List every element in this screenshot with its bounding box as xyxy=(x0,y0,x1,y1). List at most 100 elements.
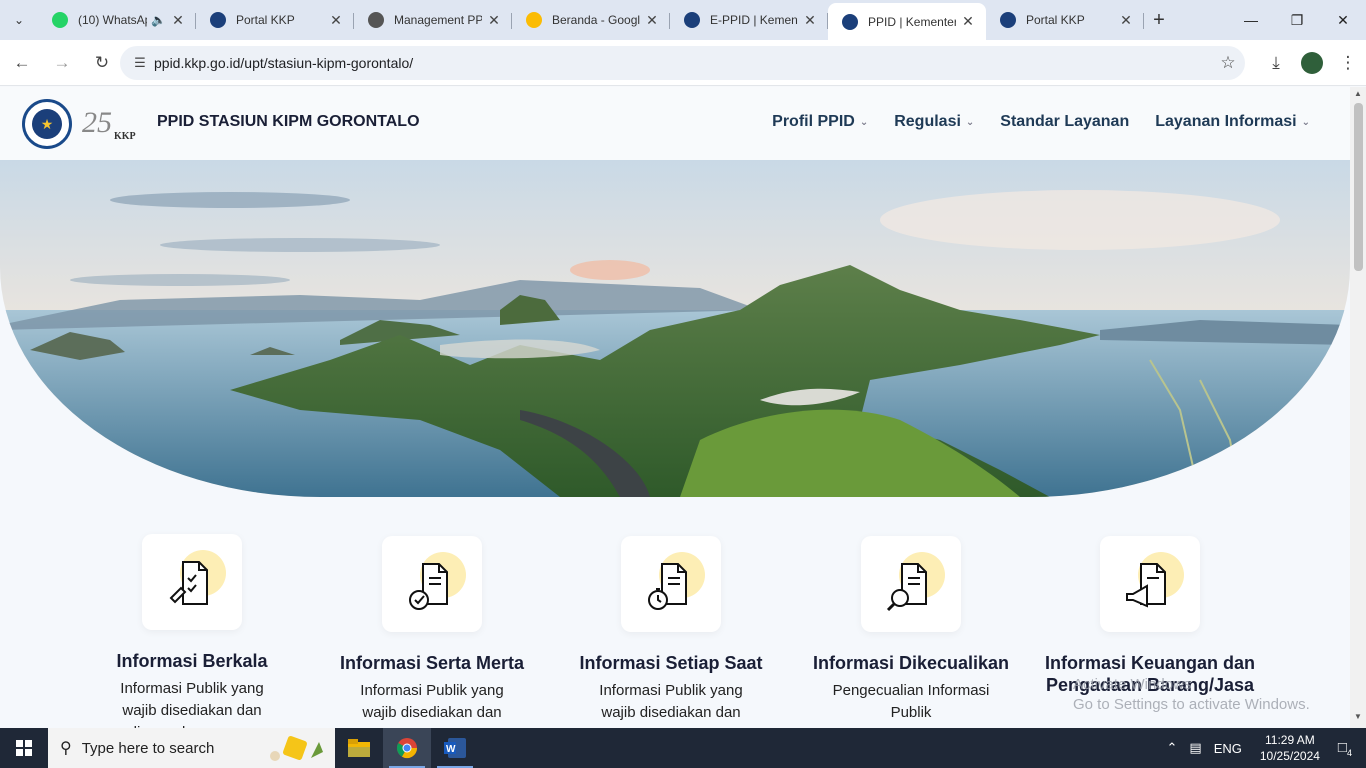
watermark-line2: Go to Settings to activate Windows. xyxy=(1073,696,1310,713)
browser-tab-strip: ⌄ (10) WhatsApp🔈✕Portal KKP✕Management P… xyxy=(0,0,1366,40)
tab-close-icon[interactable]: ✕ xyxy=(328,12,344,29)
favicon-icon xyxy=(526,12,542,28)
restore-button[interactable]: ❐ xyxy=(1274,0,1320,40)
download-button[interactable]: ⤓ xyxy=(1258,45,1294,81)
info-card-icon-box[interactable] xyxy=(1100,536,1200,632)
megaphone-document-icon xyxy=(1126,563,1166,608)
info-card-icon-box[interactable] xyxy=(861,536,961,632)
menu-button[interactable]: ⋮ xyxy=(1330,45,1366,81)
chevron-down-icon: ⌄ xyxy=(859,116,869,128)
info-card[interactable]: Informasi Serta Merta Informasi Publik ya… xyxy=(312,536,552,728)
windows-taskbar: ⚲ Type here to search W ⌃ ▤ ENG 11:29 AM… xyxy=(0,728,1366,768)
close-icon: ✕ xyxy=(1337,11,1349,28)
minimize-button[interactable]: — xyxy=(1228,0,1274,40)
notification-icon[interactable]: □4 xyxy=(1338,739,1352,758)
favicon-icon xyxy=(1000,12,1016,28)
kkp-logo[interactable]: ★ xyxy=(22,99,72,149)
info-card-title[interactable]: Informasi Setiap Saat xyxy=(551,652,791,674)
nav-item-label: Regulasi xyxy=(894,113,961,130)
page-scrollbar[interactable]: ▲ ▼ xyxy=(1350,87,1366,728)
profile-avatar[interactable] xyxy=(1301,52,1323,74)
browser-tab[interactable]: Beranda - Google Drive ✕ xyxy=(512,3,670,37)
new-tab-button[interactable]: + xyxy=(1144,3,1174,37)
info-card-description: Pengecualian Informasi Publik xyxy=(832,682,990,721)
stopwatch-document-icon xyxy=(648,563,687,610)
nav-item[interactable]: Profil PPID ⌄ xyxy=(772,113,868,131)
browser-tab[interactable]: Portal KKP ✕ xyxy=(196,3,354,37)
forward-button[interactable]: → xyxy=(44,45,80,81)
language-indicator[interactable]: ENG xyxy=(1214,741,1242,756)
browser-tab[interactable]: PPID | Kementerian ✕ xyxy=(828,3,986,40)
info-card-icon-box[interactable] xyxy=(621,536,721,632)
speaker-icon[interactable]: 🔈 xyxy=(151,13,166,27)
tab-close-icon[interactable]: ✕ xyxy=(802,12,818,29)
browser-tab[interactable]: (10) WhatsApp 🔈 ✕ xyxy=(38,3,196,37)
info-card-icon-box[interactable] xyxy=(142,534,242,630)
taskbar-search-box[interactable]: ⚲ Type here to search xyxy=(48,728,335,768)
chrome-icon xyxy=(396,738,418,759)
download-icon: ⤓ xyxy=(1272,53,1280,72)
tab-close-icon[interactable]: ✕ xyxy=(486,12,502,29)
favicon-icon xyxy=(210,12,226,28)
url-text[interactable]: ppid.kkp.go.id/upt/stasiun-kipm-gorontal… xyxy=(154,55,1211,71)
info-card-description: Informasi Publik yang wajib disediakan d… xyxy=(120,680,264,728)
clock[interactable]: 11:29 AM 10/25/2024 xyxy=(1260,732,1320,764)
tab-close-icon[interactable]: ✕ xyxy=(1118,12,1134,29)
scroll-down-icon[interactable]: ▼ xyxy=(1350,712,1366,726)
check-document-icon xyxy=(409,563,448,610)
search-placeholder: Type here to search xyxy=(81,739,215,757)
taskbar-file-explorer[interactable] xyxy=(335,728,383,768)
search-highlight-icon xyxy=(270,736,323,761)
tab-close-icon[interactable]: ✕ xyxy=(644,12,660,29)
logo-25-text: 25 xyxy=(82,106,112,139)
address-bar[interactable]: ☰ ppid.kkp.go.id/upt/stasiun-kipm-goront… xyxy=(120,46,1245,80)
info-card[interactable]: Informasi Berkala Informasi Publik yang w… xyxy=(72,534,312,728)
network-icon[interactable]: ▤ xyxy=(1189,740,1201,756)
tab-title: E-PPID | Kementerian xyxy=(710,13,798,27)
kkp-25-logo: 25 KKP xyxy=(82,105,144,142)
info-card-title[interactable]: Informasi Serta Merta xyxy=(312,652,552,674)
search-icon: ⚲ xyxy=(60,740,72,757)
scrollbar-thumb[interactable] xyxy=(1354,103,1363,271)
chevron-down-icon: ⌄ xyxy=(13,13,25,27)
info-card-icon-box[interactable] xyxy=(382,536,482,632)
browser-tab[interactable]: Portal KKP ✕ xyxy=(986,3,1144,37)
kebab-menu-icon: ⋮ xyxy=(1339,53,1357,72)
site-settings-icon[interactable]: ☰ xyxy=(126,55,154,71)
tab-search-button[interactable]: ⌄ xyxy=(0,0,38,40)
reload-button[interactable]: ↻ xyxy=(84,45,120,81)
browser-tab[interactable]: E-PPID | Kementerian ✕ xyxy=(670,3,828,37)
tab-close-icon[interactable]: ✕ xyxy=(170,12,186,29)
scroll-up-icon[interactable]: ▲ xyxy=(1350,89,1366,103)
main-nav: Profil PPID ⌄ Regulasi ⌄ Standar Layanan Laya… xyxy=(772,113,1310,131)
info-card[interactable]: Informasi Setiap Saat Informasi Publik ya… xyxy=(551,536,791,728)
info-card-title[interactable]: Informasi Dikecualikan xyxy=(791,652,1031,674)
system-tray: ⌃ ▤ ENG 11:29 AM 10/25/2024 □4 xyxy=(1160,728,1366,768)
restore-icon: ❐ xyxy=(1290,11,1304,28)
garuda-emblem-icon: ★ xyxy=(32,109,62,139)
logo-kkp-text: KKP xyxy=(114,131,136,142)
nav-item-label: Standar Layanan xyxy=(1000,113,1130,130)
close-window-button[interactable]: ✕ xyxy=(1320,0,1366,40)
info-card-description: Informasi Publik yang wajib disediakan d… xyxy=(350,682,514,728)
taskbar-chrome[interactable] xyxy=(383,728,431,768)
nav-item[interactable]: Regulasi ⌄ xyxy=(894,113,974,131)
hero-landscape-image xyxy=(0,160,1350,497)
taskbar-word[interactable]: W xyxy=(431,728,479,768)
chevron-up-icon[interactable]: ⌃ xyxy=(1166,740,1177,756)
word-icon: W xyxy=(444,738,466,758)
nav-item[interactable]: Layanan Informasi ⌄ xyxy=(1155,113,1310,131)
site-title[interactable]: PPID STASIUN KIPM GORONTALO xyxy=(157,113,420,131)
start-button[interactable] xyxy=(0,728,48,768)
nav-item-label: Profil PPID xyxy=(772,113,855,130)
chevron-down-icon: ⌄ xyxy=(1301,116,1310,128)
back-button[interactable]: ← xyxy=(4,45,40,81)
info-card[interactable]: Informasi Dikecualikan Pengecualian Infor… xyxy=(791,536,1031,724)
tab-close-icon[interactable]: ✕ xyxy=(960,13,976,30)
info-card-title[interactable]: Informasi Berkala xyxy=(72,650,312,672)
bookmark-star-icon[interactable]: ☆ xyxy=(1211,53,1245,73)
tab-title: Beranda - Google Drive xyxy=(552,13,640,27)
nav-item[interactable]: Standar Layanan xyxy=(1000,113,1129,131)
browser-tab[interactable]: Management PPID ✕ xyxy=(354,3,512,37)
tab-title: Portal KKP xyxy=(236,13,295,27)
